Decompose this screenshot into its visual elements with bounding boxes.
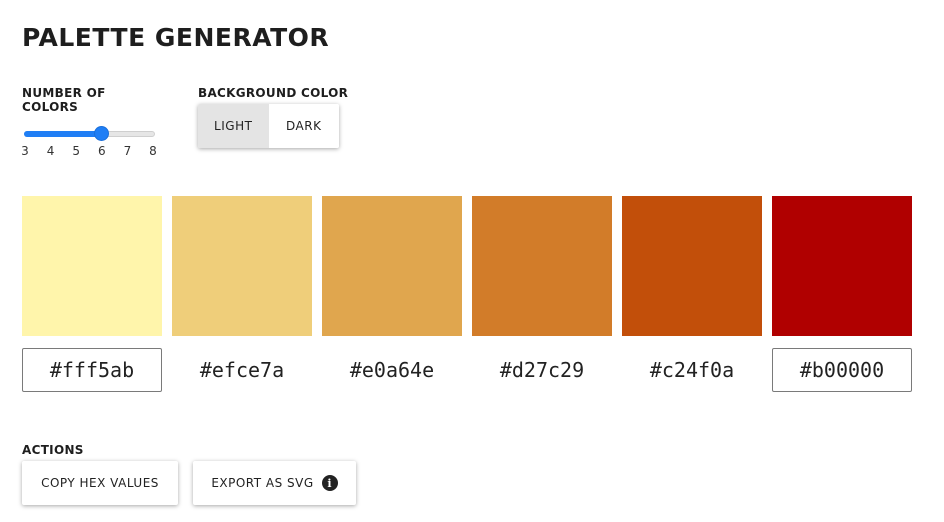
actions-section: ACTIONS COPY HEX VALUES EXPORT AS SVG i xyxy=(22,443,356,505)
hex-value-field[interactable]: #e0a64e xyxy=(322,348,462,392)
page-title: PALETTE GENERATOR xyxy=(22,23,330,52)
color-swatch[interactable] xyxy=(322,196,462,336)
palette-color-4: #d27c29 xyxy=(472,196,612,392)
slider-tick: 5 xyxy=(72,144,81,158)
color-swatch[interactable] xyxy=(22,196,162,336)
copy-hex-values-button[interactable]: COPY HEX VALUES xyxy=(22,461,178,505)
hex-value-field[interactable]: #b00000 xyxy=(772,348,912,392)
palette-color-6: #b00000 xyxy=(772,196,912,392)
number-of-colors-slider[interactable] xyxy=(24,126,155,142)
color-swatch[interactable] xyxy=(172,196,312,336)
color-swatch[interactable] xyxy=(472,196,612,336)
slider-fill xyxy=(24,131,101,137)
hex-value-field[interactable]: #c24f0a xyxy=(622,348,762,392)
light-button[interactable]: LIGHT xyxy=(198,104,269,148)
color-swatch[interactable] xyxy=(622,196,762,336)
number-of-colors-control: NUMBER OF COLORS 3 4 5 6 7 8 xyxy=(21,86,162,158)
export-as-svg-label: EXPORT AS SVG xyxy=(211,476,314,490)
slider-thumb[interactable] xyxy=(94,126,109,141)
hex-value-field[interactable]: #d27c29 xyxy=(472,348,612,392)
palette-swatches: #fff5ab #efce7a #e0a64e #d27c29 #c24f0a #b000… xyxy=(22,196,912,392)
actions-label: ACTIONS xyxy=(22,443,84,457)
dark-button[interactable]: DARK xyxy=(268,104,339,148)
export-as-svg-button[interactable]: EXPORT AS SVG i xyxy=(193,461,356,505)
palette-color-5: #c24f0a xyxy=(622,196,762,392)
background-color-label: BACKGROUND COLOR xyxy=(198,86,349,100)
background-color-toggle: LIGHT DARK xyxy=(198,104,339,148)
number-of-colors-label: NUMBER OF COLORS xyxy=(22,86,106,114)
palette-color-1: #fff5ab xyxy=(22,196,162,392)
slider-tick: 8 xyxy=(149,144,157,158)
hex-value-field[interactable]: #fff5ab xyxy=(22,348,162,392)
slider-tick: 7 xyxy=(123,144,132,158)
hex-value-field[interactable]: #efce7a xyxy=(172,348,312,392)
info-icon[interactable]: i xyxy=(321,475,338,491)
background-color-control: BACKGROUND COLOR LIGHT DARK xyxy=(198,86,348,148)
slider-tick: 4 xyxy=(46,144,55,158)
palette-color-2: #efce7a xyxy=(172,196,312,392)
slider-tick: 6 xyxy=(97,144,106,158)
copy-hex-values-label: COPY HEX VALUES xyxy=(41,476,159,490)
palette-color-3: #e0a64e xyxy=(322,196,462,392)
slider-ticks: 3 4 5 6 7 8 xyxy=(21,144,157,158)
slider-tick: 3 xyxy=(21,144,29,158)
color-swatch[interactable] xyxy=(772,196,912,336)
